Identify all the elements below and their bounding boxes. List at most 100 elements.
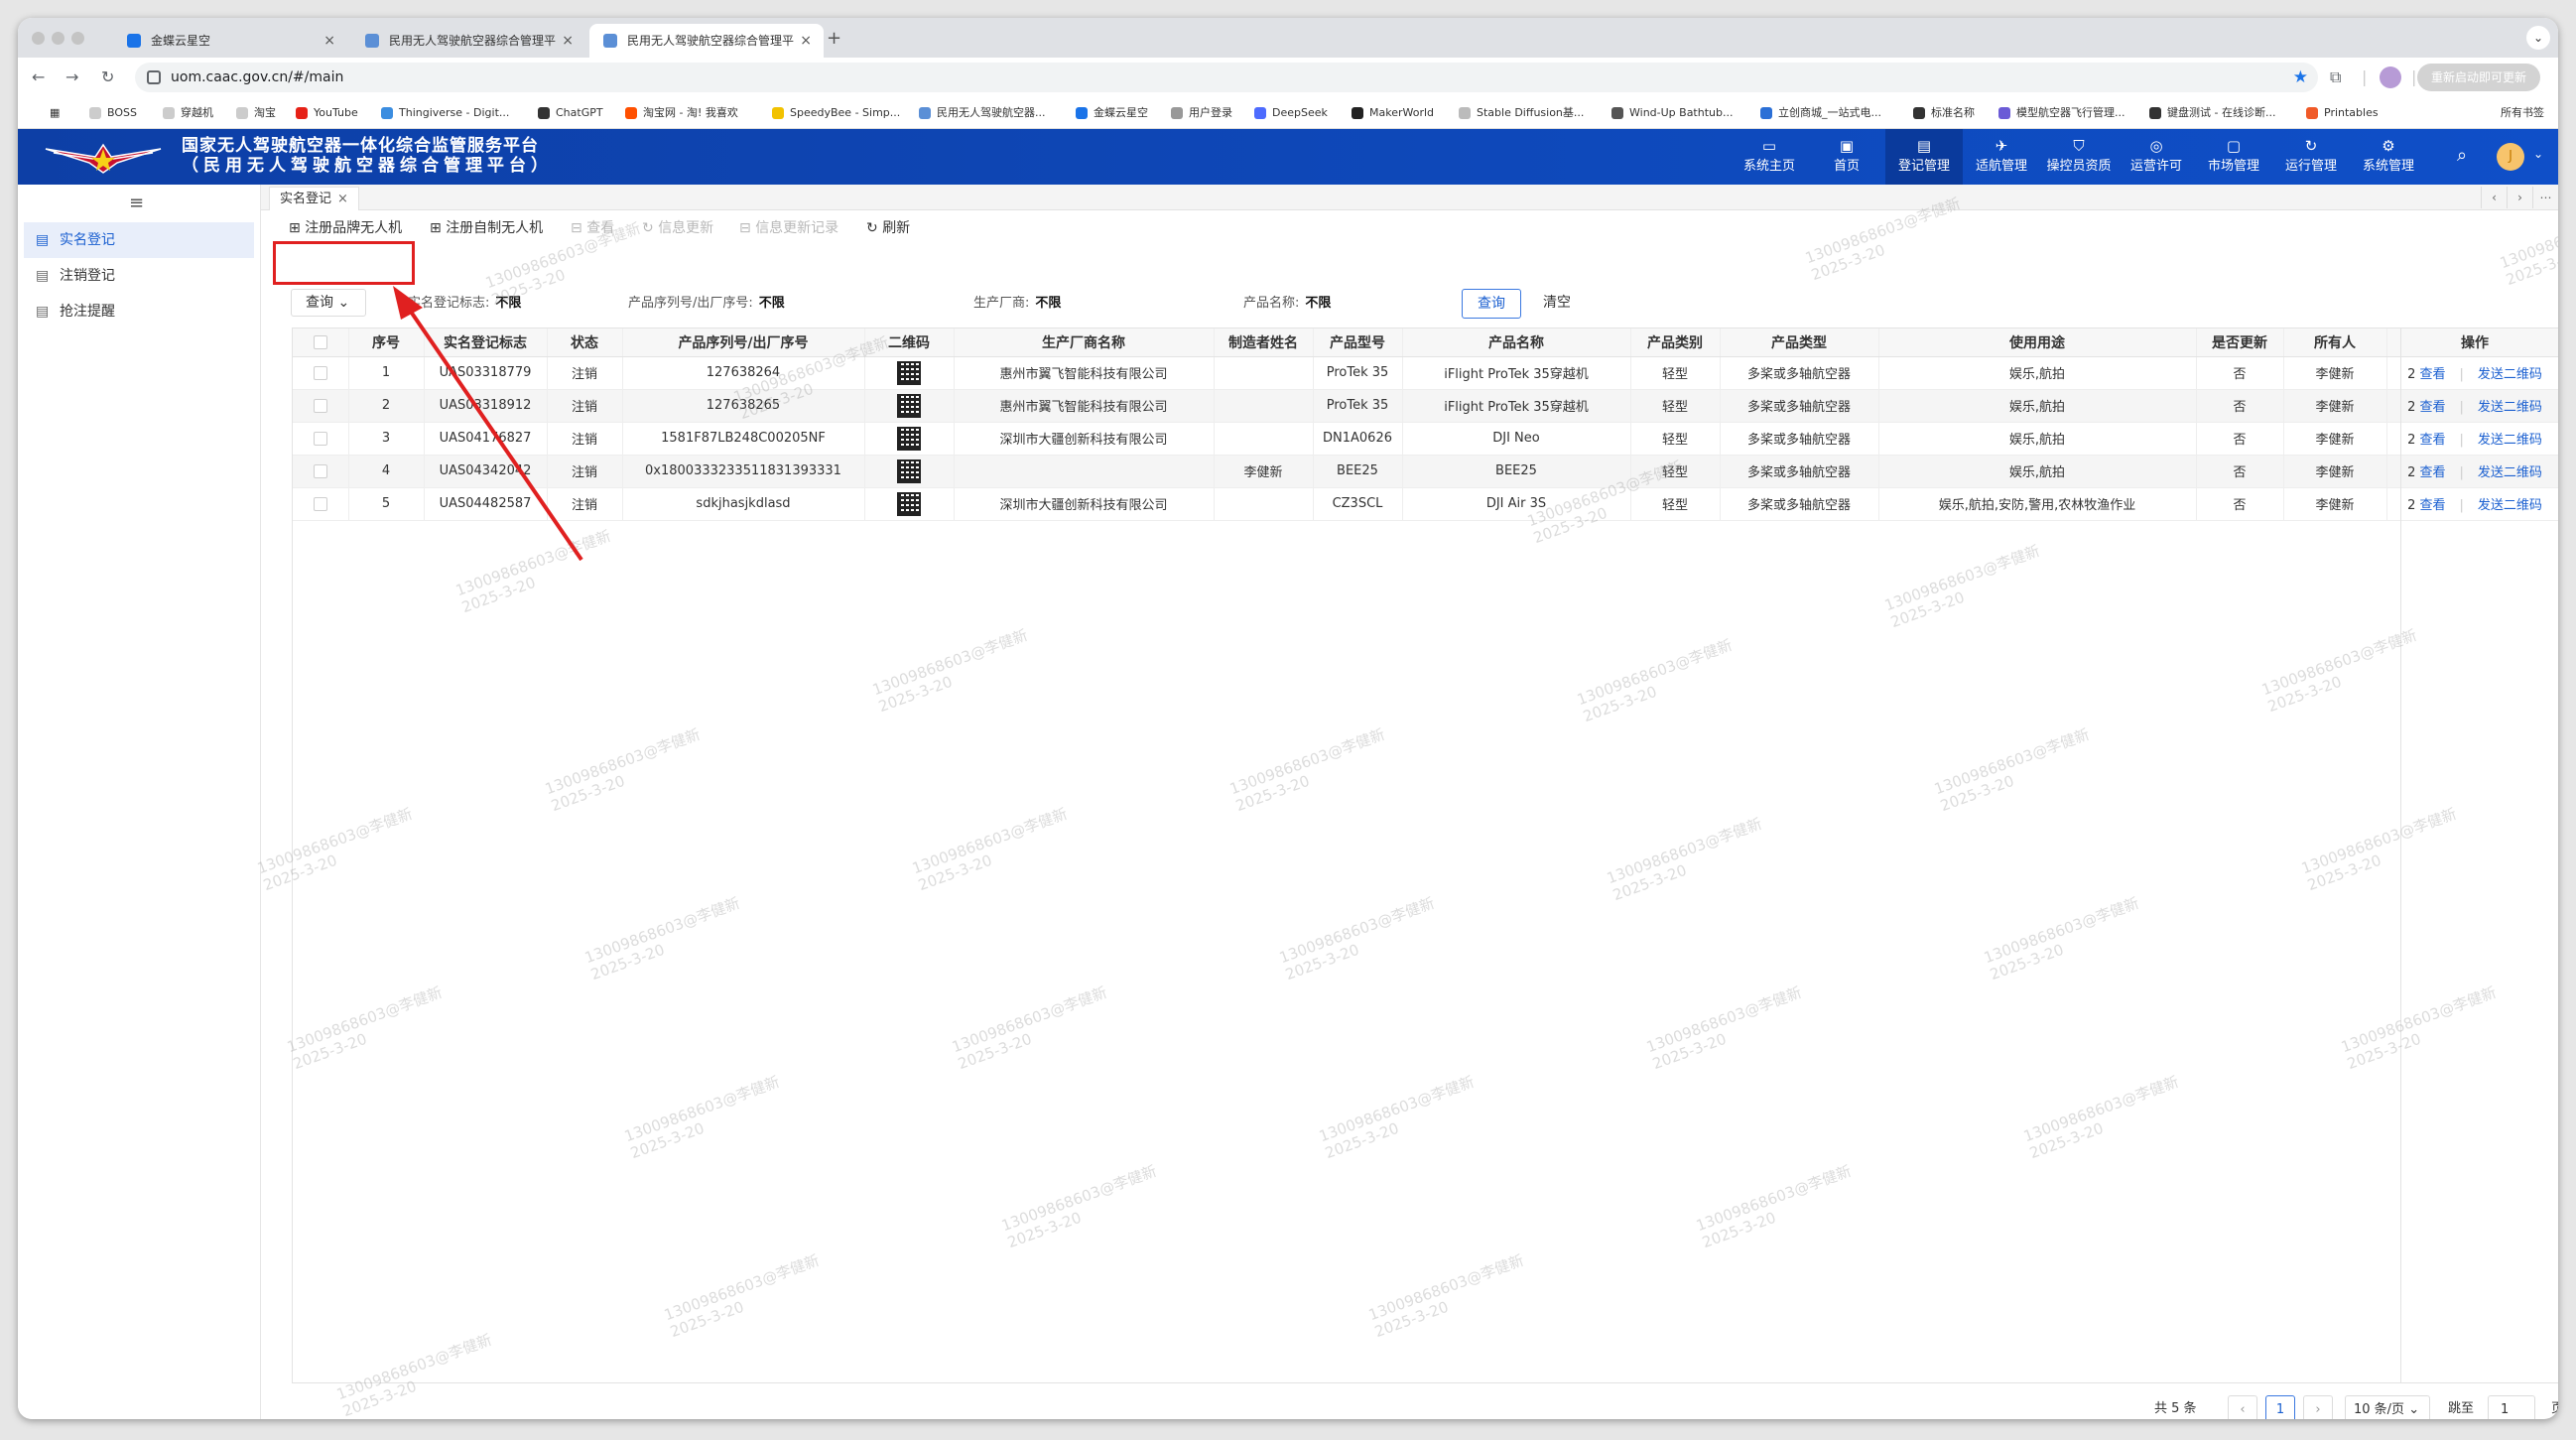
nav-home[interactable]: ▣ 首页 <box>1808 129 1885 185</box>
bookmark-item[interactable]: Printables <box>2304 97 2379 129</box>
qr-code-icon[interactable] <box>897 360 921 385</box>
search-icon[interactable]: ⌕ <box>2457 145 2467 166</box>
column-header[interactable]: 产品名称 <box>1402 328 1631 357</box>
nav-system-management[interactable]: ⚙ 系统管理 <box>2350 129 2427 185</box>
clear-button[interactable]: 清空 <box>1537 289 1577 319</box>
row-select-cell[interactable] <box>293 389 349 423</box>
maker-filter[interactable]: 生产厂商: 不限 <box>973 284 1061 324</box>
refresh-button[interactable]: ↻ 刷新 <box>866 210 910 246</box>
qr-code-icon[interactable] <box>897 458 921 483</box>
info-update-button[interactable]: ↻ 信息更新 <box>642 210 713 246</box>
register-custom-drone-button[interactable]: ⊞ 注册自制无人机 <box>430 210 543 246</box>
query-select[interactable]: 查询 ⌄ <box>291 289 366 317</box>
send-qr-link[interactable]: 发送二维码 <box>2478 367 2542 382</box>
column-header[interactable]: 实名登记标志 <box>424 328 548 357</box>
send-qr-link[interactable]: 发送二维码 <box>2478 465 2542 480</box>
send-qr-link[interactable]: 发送二维码 <box>2478 498 2542 513</box>
bookmark-item[interactable]: 用户登录 <box>1169 97 1232 129</box>
column-header[interactable]: 状态 <box>547 328 623 357</box>
update-browser-button[interactable]: 重新启动即可更新 <box>2416 64 2540 91</box>
tab-search-chevron-icon[interactable]: ⌄ <box>2526 26 2550 50</box>
close-tab-icon[interactable]: × <box>562 24 574 58</box>
close-window-dot[interactable] <box>32 32 45 45</box>
query-button[interactable]: 查询 <box>1462 289 1521 319</box>
more-icon[interactable]: ⋯ <box>2532 187 2558 208</box>
all-bookmarks-button[interactable]: 所有书签 <box>2501 97 2544 129</box>
serial-filter[interactable]: 产品序列号/出厂序号: 不限 <box>628 284 785 324</box>
bookmark-item[interactable]: 立创商城_一站式电... <box>1758 97 1881 129</box>
table-row[interactable]: 2 UAS03318912 注销 127638265 惠州市翼飞智能科技有限公司… <box>293 389 2558 423</box>
browser-tab-3-active[interactable]: 民用无人驾驶航空器综合管理平 × <box>589 24 824 58</box>
column-header[interactable]: 制造者姓名 <box>1214 328 1314 357</box>
sidebar-item-realname-registration[interactable]: ▤ 实名登记 <box>24 222 254 258</box>
page-size-select[interactable]: 10 条/页 ⌄ <box>2345 1395 2430 1419</box>
extensions-icon[interactable]: ⧉ <box>2330 67 2341 87</box>
bookmark-item[interactable]: Thingiverse - Digit... <box>379 97 509 129</box>
sidebar-item-squatting-alert[interactable]: ▤ 抢注提醒 <box>24 294 254 329</box>
bookmark-item[interactable]: 标准名称 <box>1911 97 1975 129</box>
row-select-cell[interactable] <box>293 487 349 521</box>
page-tab-realname[interactable]: 实名登记 × <box>269 187 359 210</box>
realname-flag-filter[interactable]: 实名登记标志: 不限 <box>408 284 521 324</box>
back-arrow-icon[interactable]: ← <box>32 65 45 89</box>
row-select-cell[interactable] <box>293 455 349 488</box>
column-header[interactable]: 操作 <box>2386 328 2558 357</box>
profile-icon[interactable] <box>2380 66 2401 88</box>
minimize-window-dot[interactable] <box>52 32 64 45</box>
row-select-cell[interactable] <box>293 422 349 456</box>
prev-page-button[interactable]: ‹ <box>2228 1395 2257 1419</box>
bookmark-item[interactable]: SpeedyBee - Simp... <box>770 97 900 129</box>
product-filter[interactable]: 产品名称: 不限 <box>1243 284 1331 324</box>
column-header[interactable]: 生产厂商名称 <box>954 328 1215 357</box>
row-checkbox[interactable] <box>313 463 327 478</box>
close-tab-icon[interactable]: × <box>800 24 812 58</box>
browser-tab-2[interactable]: 民用无人驾驶航空器综合管理平 × <box>351 24 585 58</box>
new-tab-button[interactable]: + <box>827 30 841 48</box>
send-qr-link[interactable]: 发送二维码 <box>2478 433 2542 448</box>
table-row[interactable]: 4 UAS04342042 注销 0x180033323351183139333… <box>293 455 2558 488</box>
view-link[interactable]: 查看 <box>2420 465 2446 480</box>
column-header[interactable]: 产品类别 <box>1630 328 1721 357</box>
select-all-header[interactable] <box>293 328 349 357</box>
nav-operation-license[interactable]: ◎ 运营许可 <box>2118 129 2195 185</box>
info-update-log-button[interactable]: ⊟ 信息更新记录 <box>739 210 838 246</box>
bookmark-item[interactable]: YouTube <box>294 97 358 129</box>
table-row[interactable]: 5 UAS04482587 注销 sdkjhasjkdlasd 深圳市大疆创新科… <box>293 487 2558 521</box>
reload-icon[interactable]: ↻ <box>101 65 114 89</box>
browser-tab-1[interactable]: 金蝶云星空 × <box>113 24 347 58</box>
column-header[interactable]: 产品型号 <box>1313 328 1403 357</box>
jump-page-input[interactable]: 1 <box>2488 1395 2535 1419</box>
row-checkbox[interactable] <box>313 365 327 380</box>
view-link[interactable]: 查看 <box>2420 367 2446 382</box>
address-bar[interactable]: uom.caac.gov.cn/#/main ★ <box>135 63 2318 92</box>
column-header[interactable]: 产品类型 <box>1720 328 1879 357</box>
bookmark-item[interactable]: 民用无人驾驶航空器... <box>917 97 1046 129</box>
view-link[interactable]: 查看 <box>2420 433 2446 448</box>
select-all-checkbox[interactable] <box>313 334 327 349</box>
view-button[interactable]: ⊟ 查看 <box>571 210 614 246</box>
column-header[interactable]: 产品序列号/出厂序号 <box>622 328 865 357</box>
nav-registration-management[interactable]: ▤ 登记管理 <box>1885 129 1963 185</box>
send-qr-link[interactable]: 发送二维码 <box>2478 400 2542 415</box>
page-1-button[interactable]: 1 <box>2265 1395 2295 1419</box>
column-header[interactable]: 二维码 <box>864 328 955 357</box>
bookmark-item[interactable]: 淘宝网 - 淘! 我喜欢 <box>623 97 738 129</box>
row-checkbox[interactable] <box>313 496 327 511</box>
bookmark-item[interactable]: 模型航空器飞行管理... <box>1996 97 2125 129</box>
site-info-icon[interactable] <box>147 70 161 84</box>
bookmark-item[interactable]: 淘宝 <box>234 97 276 129</box>
close-icon[interactable]: × <box>337 192 348 206</box>
forward-arrow-icon[interactable]: → <box>65 65 78 89</box>
column-header[interactable]: 是否更新 <box>2196 328 2284 357</box>
view-link[interactable]: 查看 <box>2420 400 2446 415</box>
bookmark-item[interactable]: Stable Diffusion基... <box>1457 97 1584 129</box>
bookmark-item[interactable]: 金蝶云星空 <box>1074 97 1148 129</box>
bookmark-item[interactable]: DeepSeek <box>1252 97 1328 129</box>
column-header[interactable]: 序号 <box>348 328 425 357</box>
menu-toggle-icon[interactable]: ≡ <box>129 193 144 213</box>
chevron-down-icon[interactable]: ⌄ <box>2533 147 2543 161</box>
bookmark-star-icon[interactable]: ★ <box>2293 63 2308 92</box>
view-link[interactable]: 查看 <box>2420 498 2446 513</box>
qr-code-icon[interactable] <box>897 491 921 516</box>
column-header[interactable]: 使用用途 <box>1878 328 2197 357</box>
